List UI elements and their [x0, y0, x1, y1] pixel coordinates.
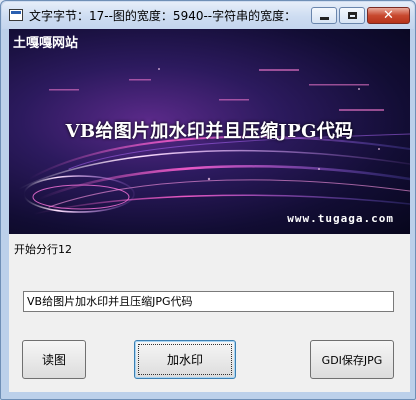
maximize-icon	[347, 12, 357, 19]
maximize-button[interactable]	[339, 7, 365, 24]
window-title: 文字字节：17--图的宽度：5940--字符串的宽度：	[29, 9, 297, 23]
close-button[interactable]: ✕	[367, 7, 410, 24]
banner-text: VB给图片加水印并且压缩JPG代码	[65, 121, 354, 142]
close-icon: ✕	[383, 8, 394, 23]
minimize-icon	[319, 17, 329, 20]
site-name-watermark: 土嘎嘎网站	[13, 36, 79, 51]
status-label: 开始分行12	[14, 243, 72, 256]
picture-box[interactable]: 土嘎嘎网站 VB给图片加水印并且压缩JPG代码 www.tugaga.com	[9, 29, 410, 234]
site-url-watermark: www.tugaga.com	[287, 212, 394, 225]
read-image-button[interactable]: 读图	[22, 340, 86, 379]
focus-rectangle	[138, 344, 232, 375]
app-icon[interactable]	[9, 9, 23, 21]
watermark-text-input[interactable]: VB给图片加水印并且压缩JPG代码	[23, 291, 394, 312]
add-watermark-button[interactable]: 加水印	[134, 340, 236, 379]
form-client-area: 土嘎嘎网站 VB给图片加水印并且压缩JPG代码 www.tugaga.com 开…	[9, 29, 410, 392]
minimize-button[interactable]	[311, 7, 337, 24]
app-window: 文字字节：17--图的宽度：5940--字符串的宽度： ✕ 土嘎嘎网站 VB给图…	[0, 0, 416, 400]
gdi-save-jpg-button[interactable]: GDI保存JPG	[310, 340, 394, 379]
title-bar[interactable]: 文字字节：17--图的宽度：5940--字符串的宽度： ✕	[2, 2, 414, 29]
